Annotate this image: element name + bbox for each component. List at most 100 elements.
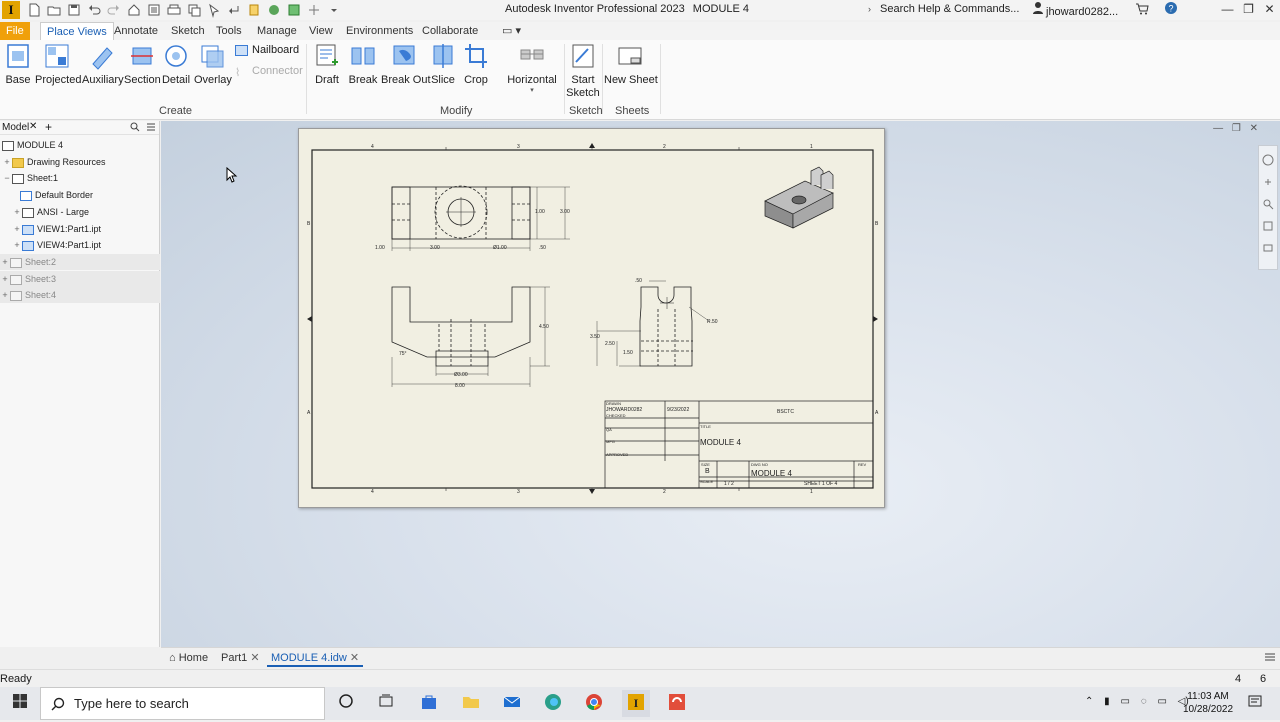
- close-icon[interactable]: ✕: [250, 652, 259, 664]
- save-icon[interactable]: [66, 2, 82, 18]
- new-sheet-button[interactable]: New Sheet: [604, 42, 658, 86]
- doc-tab-module4[interactable]: MODULE 4.idw ✕: [267, 650, 364, 667]
- detail-view-button[interactable]: Detail: [161, 42, 191, 86]
- windows-start-icon[interactable]: [9, 693, 31, 715]
- new-file-icon[interactable]: [26, 2, 42, 18]
- battery-icon[interactable]: ▭: [1157, 696, 1166, 707]
- draft-view-button[interactable]: Draft: [312, 42, 342, 86]
- menu-icon[interactable]: [146, 122, 156, 135]
- base-view-button[interactable]: Base: [4, 42, 32, 86]
- tree-item-drawing-resources[interactable]: + Drawing Resources: [2, 154, 106, 170]
- crop-button[interactable]: Crop: [462, 42, 490, 86]
- open-file-icon[interactable]: [46, 2, 62, 18]
- minimize-icon[interactable]: —: [1213, 123, 1223, 134]
- orbit-icon[interactable]: [1262, 220, 1274, 235]
- nailboard-button[interactable]: Nailboard: [235, 44, 299, 56]
- help-search-input[interactable]: › Search Help & Commands...: [866, 1, 1026, 18]
- tree-item-view1[interactable]: + VIEW1:Part1.ipt: [12, 221, 101, 237]
- inventor-logo-icon[interactable]: I: [2, 1, 20, 19]
- pan-icon[interactable]: [1262, 176, 1274, 191]
- dimension-text[interactable]: 75°: [399, 351, 407, 357]
- dimension-text[interactable]: 1.00: [375, 245, 385, 251]
- break-out-button[interactable]: Break Out: [381, 42, 431, 86]
- tree-item-sheet-3[interactable]: + Sheet:3: [0, 271, 160, 287]
- break-button[interactable]: Break: [348, 42, 378, 86]
- store-icon[interactable]: [418, 693, 440, 715]
- dimension-text[interactable]: R.50: [707, 319, 718, 325]
- overlay-view-button[interactable]: Overlay: [194, 42, 232, 86]
- help-icon[interactable]: ?: [1164, 2, 1178, 18]
- show-hidden-icon[interactable]: ⌃: [1085, 696, 1093, 707]
- dimension-text[interactable]: Ø1.00: [493, 245, 507, 251]
- home-icon[interactable]: [126, 2, 142, 18]
- taskbar-clock[interactable]: 11:03 AM 10/28/2022: [1180, 690, 1236, 716]
- taskbar-search-input[interactable]: Type here to search: [40, 687, 325, 720]
- dimension-text[interactable]: 2.50: [605, 341, 615, 347]
- redo-icon[interactable]: [106, 2, 122, 18]
- tab-collaborate[interactable]: Collaborate: [416, 22, 484, 40]
- task-view-icon[interactable]: [375, 693, 397, 715]
- tree-item-sheet-4[interactable]: + Sheet:4: [0, 287, 160, 303]
- tree-item-sheet-1[interactable]: − Sheet:1: [2, 170, 58, 186]
- tab-place-views[interactable]: Place Views: [40, 22, 114, 40]
- chrome-icon[interactable]: [583, 693, 605, 715]
- add-icon[interactable]: [306, 2, 322, 18]
- tab-environments[interactable]: Environments: [340, 22, 419, 40]
- undo-icon[interactable]: [86, 2, 102, 18]
- connector-button[interactable]: ⌇ Connector: [235, 65, 303, 79]
- cortana-icon[interactable]: [335, 693, 357, 715]
- close-icon[interactable]: ✕: [1250, 123, 1258, 134]
- expand-icon[interactable]: +: [12, 204, 22, 220]
- tab-manage[interactable]: Manage: [251, 22, 303, 40]
- appearance-icon[interactable]: [286, 2, 302, 18]
- edge-icon[interactable]: [542, 693, 564, 715]
- dimension-text[interactable]: 1.00: [535, 209, 545, 215]
- tab-file[interactable]: File: [0, 22, 30, 40]
- file-explorer-icon[interactable]: [460, 693, 482, 715]
- dimension-text[interactable]: Ø3.00: [454, 372, 468, 378]
- expand-icon[interactable]: +: [0, 271, 10, 287]
- tab-view[interactable]: View: [303, 22, 339, 40]
- usb-icon[interactable]: ▮: [1104, 696, 1110, 707]
- browser-tab-model[interactable]: Model: [2, 122, 29, 133]
- tree-item-title-block[interactable]: + ANSI - Large: [12, 204, 89, 220]
- doc-tab-part1[interactable]: Part1 ✕: [217, 650, 264, 667]
- copy-icon[interactable]: [186, 2, 202, 18]
- collapse-icon[interactable]: −: [2, 170, 12, 186]
- return-icon[interactable]: [226, 2, 242, 18]
- expand-icon[interactable]: +: [2, 154, 12, 170]
- expand-icon[interactable]: +: [0, 254, 10, 270]
- dropdown-arrow-icon[interactable]: ▾: [506, 86, 558, 94]
- ribbon-options-icon[interactable]: ▭ ▾: [496, 22, 527, 40]
- tree-item-sheet-2[interactable]: + Sheet:2: [0, 254, 160, 270]
- expand-icon[interactable]: +: [12, 237, 22, 253]
- close-icon[interactable]: ✕: [350, 652, 359, 664]
- close-icon[interactable]: ✕: [29, 121, 37, 132]
- section-view-button[interactable]: Section: [124, 42, 161, 86]
- dimension-text[interactable]: 4.50: [539, 324, 549, 330]
- view-cube-icon[interactable]: [1262, 154, 1274, 169]
- document-menu-icon[interactable]: [1264, 651, 1276, 666]
- add-tab-icon[interactable]: +: [45, 120, 52, 134]
- auxiliary-view-button[interactable]: Auxiliary: [82, 42, 124, 86]
- cart-icon[interactable]: [1135, 3, 1152, 18]
- projected-view-button[interactable]: Projected: [35, 42, 81, 86]
- tab-sketch[interactable]: Sketch: [165, 22, 211, 40]
- user-account[interactable]: jhoward0282... ?: [1030, 1, 1178, 18]
- search-icon[interactable]: [130, 122, 140, 135]
- minimize-button[interactable]: —: [1217, 0, 1238, 20]
- network-icon[interactable]: ◌: [1141, 696, 1147, 707]
- doc-tab-home[interactable]: ⌂ Home: [165, 650, 212, 667]
- slice-button[interactable]: Slice: [430, 42, 456, 86]
- customize-icon[interactable]: [326, 2, 342, 18]
- tab-annotate[interactable]: Annotate: [108, 22, 164, 40]
- notification-icon[interactable]: [1244, 693, 1266, 715]
- maximize-button[interactable]: ❐: [1238, 0, 1259, 20]
- restore-icon[interactable]: ❐: [1232, 123, 1241, 134]
- dimension-text[interactable]: 8.00: [455, 383, 465, 389]
- dimension-text[interactable]: .50: [539, 245, 546, 251]
- select-icon[interactable]: [206, 2, 222, 18]
- print-icon[interactable]: [166, 2, 182, 18]
- expand-icon[interactable]: +: [12, 221, 22, 237]
- tree-item-view4[interactable]: + VIEW4:Part1.ipt: [12, 237, 101, 253]
